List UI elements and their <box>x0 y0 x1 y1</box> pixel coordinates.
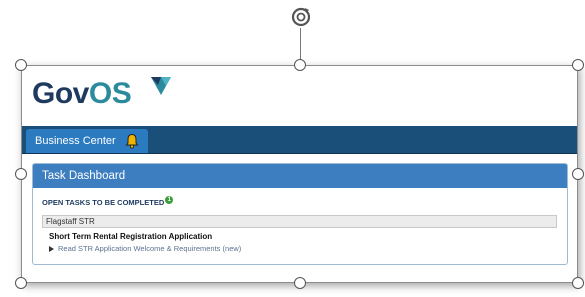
task-dashboard-panel: Task Dashboard OPEN TASKS TO BE COMPLETE… <box>32 163 568 265</box>
resize-handle-bottom-left[interactable] <box>15 277 27 289</box>
logo-text-accent: OS <box>88 77 132 110</box>
logo-checkmark-icon <box>151 77 171 95</box>
task-list-item[interactable]: Read STR Application Welcome & Requireme… <box>49 244 241 253</box>
resize-handle-middle-left[interactable] <box>15 168 27 180</box>
task-dashboard-title: Task Dashboard <box>33 164 567 188</box>
expand-triangle-icon[interactable] <box>49 245 54 252</box>
task-group-row[interactable]: Flagstaff STR <box>42 215 557 228</box>
top-navigation-bar: Business Center <box>22 126 577 154</box>
open-tasks-heading: OPEN TASKS TO BE COMPLETED 1 <box>42 196 174 207</box>
open-tasks-label: OPEN TASKS TO BE COMPLETED <box>42 198 165 207</box>
bell-icon[interactable] <box>124 133 140 149</box>
rotate-handle-icon[interactable] <box>288 4 314 30</box>
open-tasks-count-badge: 1 <box>165 196 174 204</box>
resize-handle-middle-right[interactable] <box>572 168 584 180</box>
resize-handle-bottom-center[interactable] <box>294 277 306 289</box>
resize-handle-top-right[interactable] <box>572 59 584 71</box>
task-link-text[interactable]: Read STR Application Welcome & Requireme… <box>58 244 241 253</box>
rotate-handle-connector <box>300 28 301 63</box>
resize-handle-bottom-right[interactable] <box>572 277 584 289</box>
tab-business-center[interactable]: Business Center <box>26 129 148 153</box>
resize-handle-top-center[interactable] <box>294 59 306 71</box>
logo-text-main: Gov <box>32 77 89 110</box>
tab-business-center-label: Business Center <box>35 135 116 147</box>
application-title: Short Term Rental Registration Applicati… <box>49 232 213 241</box>
resize-handle-top-left[interactable] <box>15 59 27 71</box>
embedded-screenshot-frame[interactable]: GovOS Business Center Task Dashboard OPE… <box>21 65 578 283</box>
